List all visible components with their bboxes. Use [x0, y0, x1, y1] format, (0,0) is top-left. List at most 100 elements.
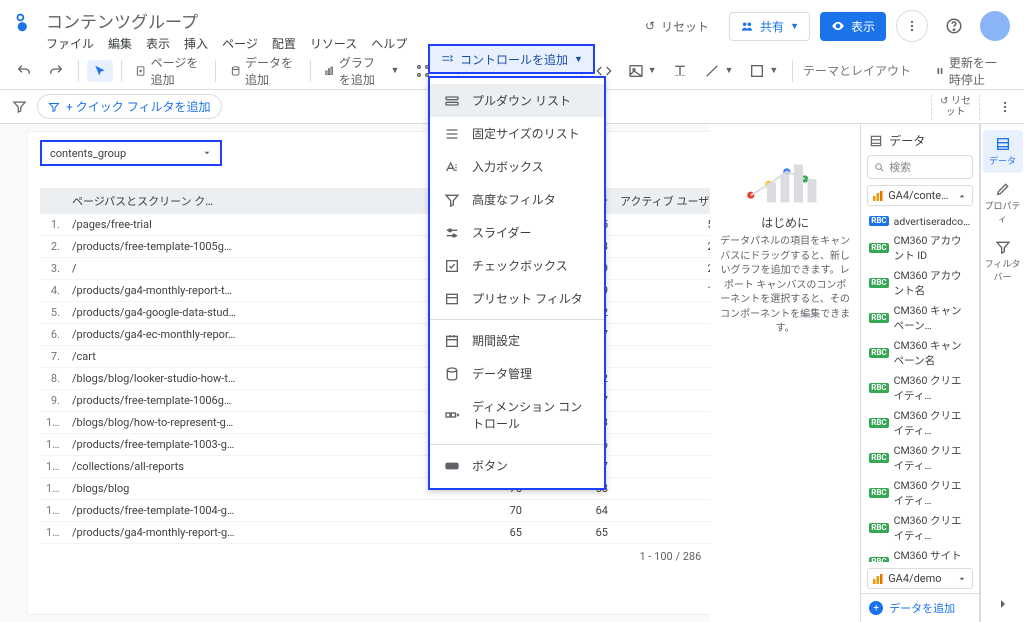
line-icon	[704, 63, 720, 79]
help-button[interactable]	[938, 10, 970, 42]
image-icon	[628, 63, 644, 79]
field-item[interactable]: RBCCM360 クリエイティ…	[861, 370, 979, 405]
text-button[interactable]	[666, 59, 694, 83]
table-row[interactable]: 7./cart1186159	[40, 346, 732, 368]
add-page-button[interactable]: ページを追加	[129, 50, 207, 92]
shape-button[interactable]: ▼	[743, 59, 784, 83]
menu-item-dropdown[interactable]: プルダウン リスト	[430, 84, 604, 117]
data-source-2[interactable]: GA4/demo	[867, 568, 973, 589]
table-row[interactable]: 11./products/free-template-1003-g…787660	[40, 434, 732, 456]
page-plus-icon	[135, 63, 146, 79]
table-pager[interactable]: 1 - 100 / 286	[40, 544, 732, 569]
field-item[interactable]: RBCCM360 キャンペーン…	[861, 300, 979, 335]
more-vert-icon	[998, 100, 1012, 114]
intro-panel: はじめに データパネルの項目をキャンバスにドラッグすると、新しいグラフを追加でき…	[710, 124, 861, 622]
chart-icon	[324, 63, 335, 79]
share-button[interactable]: 共有▼	[729, 12, 810, 41]
table-row[interactable]: 6./products/ga4-ec-monthly-repor…1149786	[40, 324, 732, 346]
account-avatar[interactable]	[980, 11, 1010, 41]
menu-item-input[interactable]: 入力ボックス	[430, 150, 604, 183]
add-data-button[interactable]: データを追加	[224, 50, 302, 92]
table-row[interactable]: 12./collections/all-reports766746	[40, 456, 732, 478]
add-quick-filter[interactable]: + クイック フィルタを追加	[37, 94, 222, 119]
field-item[interactable]: RBCCM360 クリエイティ…	[861, 405, 979, 440]
filter-reset[interactable]: ↺ リセ ット	[931, 94, 980, 120]
table-row[interactable]: 5./products/ga4-google-data-stud…1271429…	[40, 302, 732, 324]
field-item[interactable]: RBCadvertiseradcostperc…	[861, 212, 979, 230]
menu-edit[interactable]: 編集	[108, 35, 132, 52]
menu-item-slider[interactable]: スライダー	[430, 216, 604, 249]
redo-icon	[48, 63, 64, 79]
menu-item-daterange[interactable]: 期間設定	[430, 324, 604, 357]
table-row[interactable]: 13./blogs/blog755829	[40, 478, 732, 500]
rail-data[interactable]: データ	[983, 130, 1023, 173]
text-icon	[672, 63, 688, 79]
table-row[interactable]: 2./products/free-template-1005g…32325320…	[40, 236, 732, 258]
preset-icon	[444, 291, 460, 307]
field-item[interactable]: RBCCM360 クリエイティ…	[861, 475, 979, 510]
theme-layout-input[interactable]	[801, 63, 921, 79]
redo-button[interactable]	[42, 59, 70, 83]
filterbar-more[interactable]	[998, 100, 1012, 114]
table-row[interactable]: 14./products/free-template-1004-g…706465	[40, 500, 732, 522]
dimctl-icon	[444, 407, 460, 423]
menu-item-button[interactable]: ボタン	[430, 449, 604, 482]
menu-item-dimctl[interactable]: ディメンション コントロール	[430, 390, 604, 440]
add-control-button[interactable]: コントロールを追加 ▼	[428, 44, 595, 74]
doc-title[interactable]: コンテンツグループ	[46, 8, 625, 33]
add-chart-button[interactable]: グラフを追加▼	[318, 50, 405, 92]
rail-filterbar[interactable]: フィルタバー	[983, 233, 1023, 289]
eye-icon	[831, 19, 845, 33]
help-icon	[945, 17, 963, 35]
table-row[interactable]: 8./blogs/blog/looker-studio-how-t…899279	[40, 368, 732, 390]
data-panel: データ 検索 GA4/contens_group RBCadvertiserad…	[861, 124, 980, 622]
intro-illustration	[740, 152, 830, 206]
undo-icon	[16, 63, 32, 79]
select-tool[interactable]	[87, 60, 113, 82]
chevron-down-icon	[202, 148, 212, 158]
pause-update-button[interactable]: 更新を一時停止	[929, 50, 1014, 92]
col-pagepath[interactable]: ページパスとスクリーン ク…	[66, 188, 450, 214]
looker-studio-logo	[14, 12, 36, 34]
menu-item-fixed[interactable]: 固定サイズのリスト	[430, 117, 604, 150]
field-item[interactable]: RBCCM360 クリエイティ…	[861, 440, 979, 475]
slider-icon	[444, 225, 460, 241]
menu-file[interactable]: ファイル	[46, 35, 94, 52]
table-row[interactable]: 9./products/free-template-1006g…846764	[40, 390, 732, 412]
table-row[interactable]: 4./products/ga4-monthly-report-t…2152091…	[40, 280, 732, 302]
line-button[interactable]: ▼	[698, 59, 739, 83]
more-menu[interactable]	[896, 10, 928, 42]
filter-icon	[12, 99, 27, 114]
field-item[interactable]: RBCCM360 サイト ID	[861, 545, 979, 562]
field-search[interactable]: 検索	[867, 155, 973, 179]
undo-button[interactable]	[10, 59, 38, 83]
table-row[interactable]: 10./blogs/blog/how-to-represent-g…799363	[40, 412, 732, 434]
dropdown-control[interactable]: contents_group	[40, 140, 222, 166]
rail-expand[interactable]	[995, 596, 1011, 612]
data-table[interactable]: ページパスとスクリーン ク… 表示回数 ▼ セッション アクティブ ユーザー数 …	[40, 188, 732, 569]
collapse-icon	[957, 191, 967, 201]
table-row[interactable]: 3./291269222	[40, 258, 732, 280]
data-source-1[interactable]: GA4/contens_group	[867, 185, 973, 206]
table-row[interactable]: 1./pages/free-trial859715544	[40, 214, 732, 236]
data-panel-title: データ	[889, 132, 925, 149]
image-button[interactable]: ▼	[622, 59, 663, 83]
add-data-link[interactable]: + データを追加	[861, 593, 979, 622]
reset-button[interactable]: ↺リセット	[635, 13, 719, 40]
intro-title: はじめに	[718, 214, 852, 231]
filter-icon	[995, 239, 1011, 255]
menu-item-datactl[interactable]: データ管理	[430, 357, 604, 390]
side-rail: データ プロパティ フィルタバー	[980, 124, 1024, 622]
menu-item-checkbox[interactable]: チェックボックス	[430, 249, 604, 282]
table-row[interactable]: 15./products/ga4-monthly-report-g…656555	[40, 522, 732, 544]
field-item[interactable]: RBCCM360 クリエイティ…	[861, 510, 979, 545]
rail-properties[interactable]: プロパティ	[983, 175, 1023, 231]
field-item[interactable]: RBCCM360 アカウント名	[861, 265, 979, 300]
menu-item-advfilter[interactable]: 高度なフィルタ	[430, 183, 604, 216]
view-button[interactable]: 表示	[820, 12, 886, 41]
field-item[interactable]: RBCCM360 アカウント ID	[861, 230, 979, 265]
cursor-icon	[93, 64, 107, 78]
expand-icon	[957, 574, 967, 584]
field-item[interactable]: RBCCM360 キャンペーン名	[861, 335, 979, 370]
menu-item-preset[interactable]: プリセット フィルタ	[430, 282, 604, 315]
